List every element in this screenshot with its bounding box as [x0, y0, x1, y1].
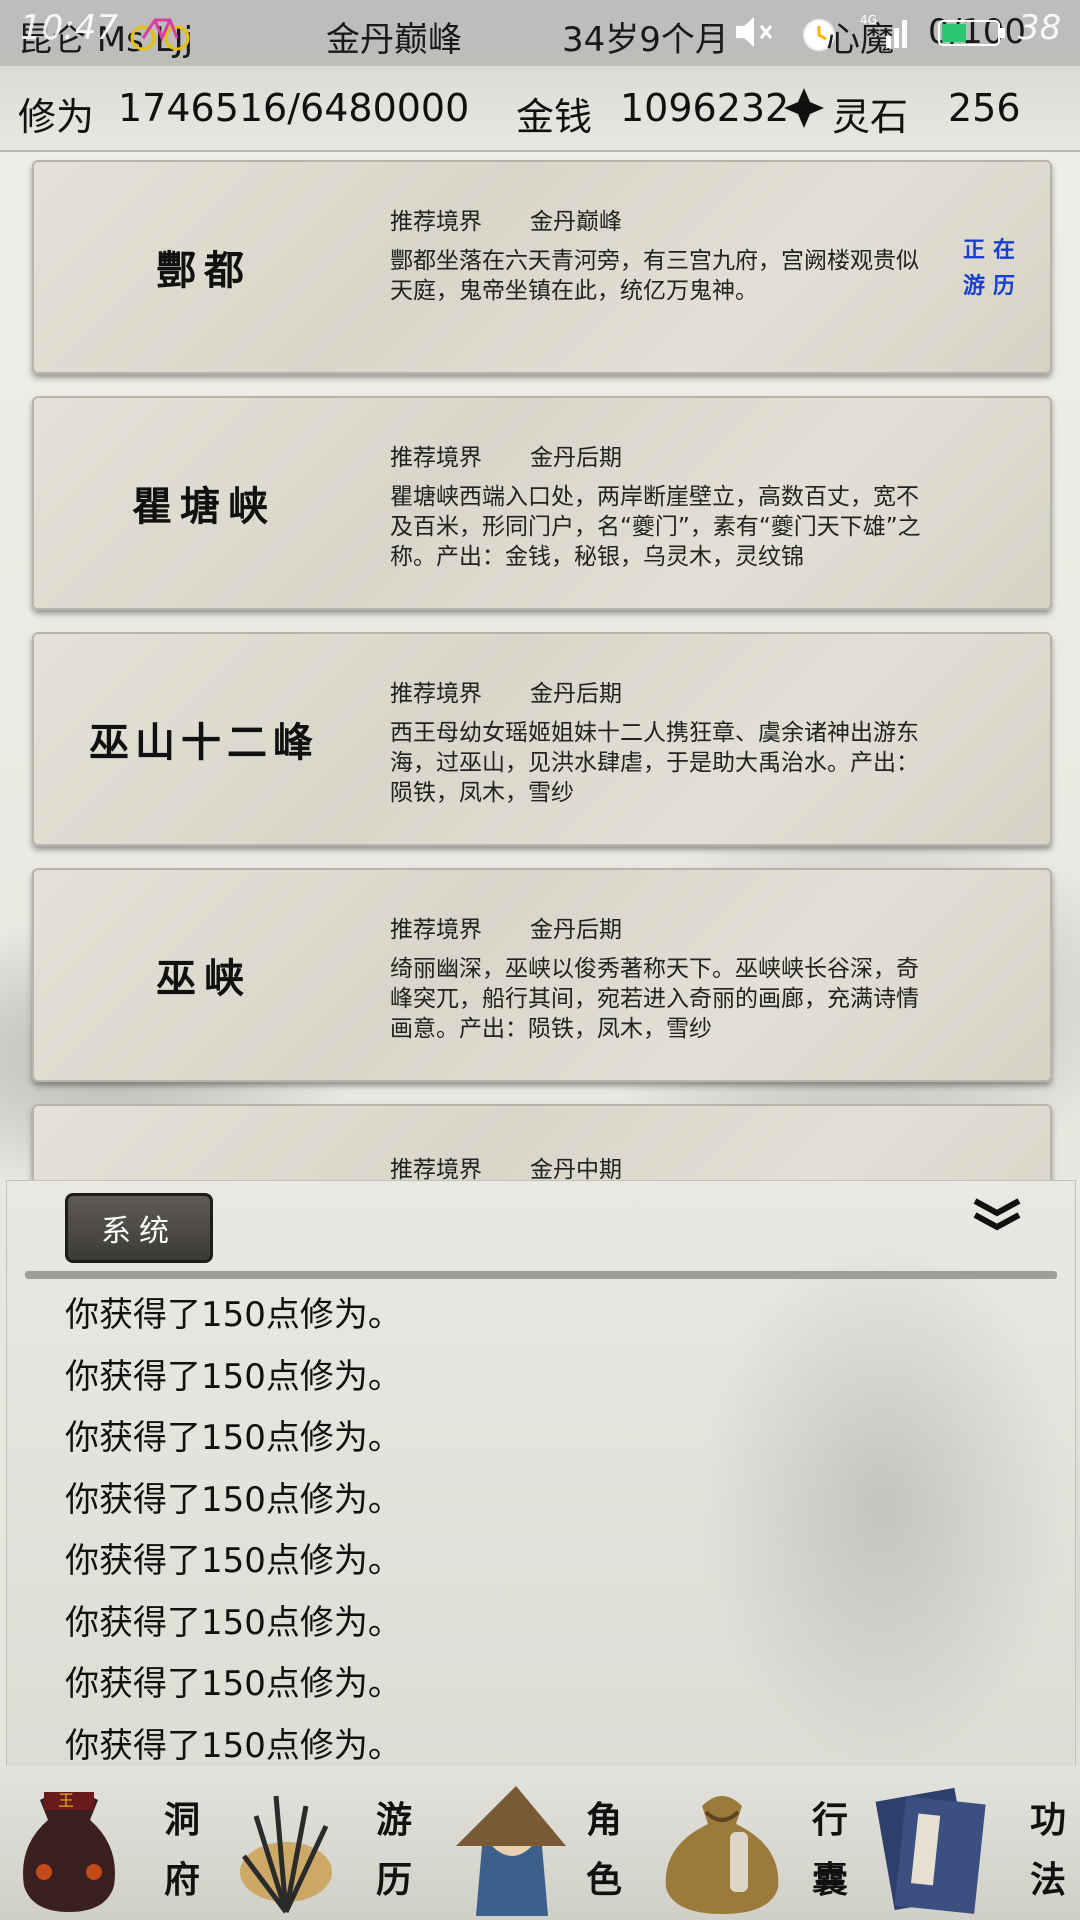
battery-icon: [938, 18, 1008, 52]
nav-label: 洞府: [163, 1799, 200, 1901]
rec-label: 推荐境界: [390, 1157, 482, 1180]
location-description: 酆都坐落在六天青河旁，有三宫九府，宫阙楼观贵似天庭，鬼帝坐镇在此，统亿万鬼神。: [390, 248, 919, 304]
location-description: 西王母幼女瑶姬姐妹十二人携狂章、虞余诸神出游东海，过巫山，见洪水肆虐，于是助大禹…: [390, 720, 919, 806]
message-log-panel: 系统 你获得了150点修为。 你获得了150点修为。 你获得了150点修为。 你…: [6, 1180, 1076, 1768]
bicycle-icon: [130, 10, 190, 58]
log-line: 你获得了150点修为。: [65, 1541, 402, 1581]
pouch-icon: 王: [10, 1776, 128, 1916]
log-line: 你获得了150点修为。: [65, 1602, 402, 1643]
log-lines[interactable]: 你获得了150点修为。 你获得了150点修为。 你获得了150点修为。 你获得了…: [65, 1285, 965, 1777]
spirit-stone-value: 256: [948, 86, 1021, 130]
location-name: 酆都: [156, 247, 252, 294]
player-stats-bar: 修为 1746516/6480000 金钱 1096232 灵石 256: [0, 66, 1080, 152]
age-label: 34岁9个月: [562, 20, 729, 60]
nav-inventory[interactable]: 行囊: [648, 1766, 864, 1920]
log-line: 你获得了150点修为。: [65, 1418, 402, 1458]
location-card-qutang[interactable]: 瞿塘峡 推荐境界 金丹后期 瞿塘峡西端入口处，两岸断崖壁立，高数百丈，宽不及百米，…: [32, 396, 1052, 610]
nav-label: 游历: [375, 1799, 412, 1901]
collapse-chevron-icon[interactable]: [971, 1197, 1023, 1243]
svg-text:4G: 4G: [860, 13, 877, 27]
tab-system[interactable]: 系统: [65, 1193, 213, 1263]
bottom-nav: 王 洞府 游历 角色 行囊 功法: [0, 1766, 1080, 1920]
location-list[interactable]: 酆都 推荐境界 金丹巅峰 酆都坐落在六天青河旁，有三宫九府，宫阙楼观贵似天庭，鬼帝…: [0, 150, 1080, 1180]
recommended-realm: 推荐境界 金丹后期: [390, 438, 670, 472]
rec-label: 推荐境界: [390, 681, 482, 707]
location-card-partial[interactable]: 推荐境界 金丹中期: [32, 1104, 1052, 1180]
book-icon: [874, 1776, 992, 1916]
spirit-stone-label: 灵石: [832, 95, 909, 139]
money-value: 1096232: [620, 86, 790, 130]
nav-label: 行囊: [811, 1799, 848, 1901]
location-name: 巫峡: [156, 955, 252, 1002]
realm-label: 金丹巅峰: [326, 20, 462, 60]
location-name: 巫山十二峰: [89, 719, 319, 766]
recommended-realm: 推荐境界 金丹后期: [390, 910, 670, 944]
svg-text:王: 王: [58, 1791, 74, 1810]
rec-label: 推荐境界: [390, 209, 482, 235]
location-description: 瞿塘峡西端入口处，两岸断崖壁立，高数百丈，宽不及百米，形同门户，名“夔门”，素有…: [390, 484, 921, 570]
status-bar: 昆仑 Ms LJj 10:47 金丹巅峰 34岁9个月 心魔 0/100 4G …: [0, 0, 1080, 66]
cultivation-label: 修为: [18, 95, 95, 139]
signal-icon: 4G: [860, 10, 916, 58]
nav-cave-mansion[interactable]: 王 洞府: [0, 1766, 216, 1920]
location-name: 瞿塘峡: [132, 483, 276, 530]
rec-value: 金丹后期: [530, 681, 622, 707]
recommended-realm: 推荐境界 金丹后期: [390, 674, 670, 708]
log-line: 你获得了150点修为。: [65, 1664, 402, 1704]
log-divider: [25, 1271, 1057, 1279]
rec-value: 金丹后期: [530, 917, 622, 943]
log-line: 你获得了150点修为。: [65, 1479, 402, 1520]
mute-icon: [734, 14, 778, 54]
location-card-fengdu[interactable]: 酆都 推荐境界 金丹巅峰 酆都坐落在六天青河旁，有三宫九府，宫阙楼观贵似天庭，鬼帝…: [32, 160, 1052, 374]
bag-icon: [652, 1776, 792, 1916]
clock: 10:47: [20, 8, 118, 48]
log-line: 你获得了150点修为。: [65, 1356, 402, 1397]
traveling-status-badge: 正在游历: [962, 237, 1023, 299]
straw-hat-icon: [452, 1776, 570, 1916]
rec-label: 推荐境界: [390, 917, 482, 943]
nav-label: 角色: [585, 1799, 622, 1901]
nav-travel[interactable]: 游历: [216, 1766, 432, 1920]
spirit-stone-icon: [782, 86, 826, 134]
recommended-realm: 推荐境界 金丹中期: [390, 1150, 670, 1180]
nav-techniques[interactable]: 功法: [864, 1766, 1080, 1920]
grass-icon: [216, 1776, 334, 1916]
location-card-wuxia[interactable]: 巫峡 推荐境界 金丹后期 绮丽幽深，巫峡以俊秀著称天下。巫峡峡长谷深，奇峰突兀，船…: [32, 868, 1052, 1082]
rec-value: 金丹中期: [530, 1157, 622, 1180]
cultivation-value: 1746516/6480000: [118, 86, 470, 130]
battery-percent: 38: [1018, 8, 1062, 48]
rec-label: 推荐境界: [390, 445, 482, 471]
nav-character[interactable]: 角色: [432, 1766, 648, 1920]
location-description: 绮丽幽深，巫峡以俊秀著称天下。巫峡峡长谷深，奇峰突兀，船行其间，宛若进入奇丽的画…: [390, 956, 919, 1042]
log-line: 你获得了150点修为。: [65, 1295, 402, 1335]
location-name: [34, 1106, 374, 1180]
rec-value: 金丹巅峰: [530, 209, 622, 235]
money-label: 金钱: [516, 95, 593, 139]
location-card-wushan[interactable]: 巫山十二峰 推荐境界 金丹后期 西王母幼女瑶姬姐妹十二人携狂章、虞余诸神出游东海，…: [32, 632, 1052, 846]
nav-label: 功法: [1029, 1799, 1066, 1901]
recommended-realm: 推荐境界 金丹巅峰: [390, 202, 670, 236]
rec-value: 金丹后期: [530, 445, 622, 471]
